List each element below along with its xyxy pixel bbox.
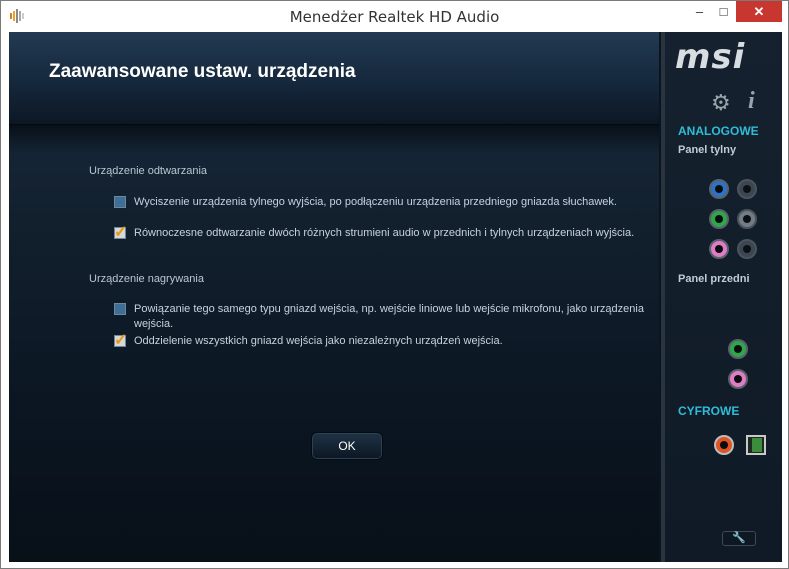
app-content: Zaawansowane ustaw. urządzenia Urządzeni… bbox=[9, 32, 782, 562]
title-bar: Menedżer Realtek HD Audio – □ ✕ bbox=[1, 1, 788, 31]
rear-mic-jack[interactable] bbox=[709, 239, 729, 259]
rear-panel-label: Panel tylny bbox=[678, 144, 737, 156]
digital-heading: CYFROWE bbox=[678, 404, 740, 418]
front-mic-jack[interactable] bbox=[728, 369, 748, 389]
front-headphone-jack[interactable] bbox=[728, 339, 748, 359]
rear-side-jack[interactable] bbox=[737, 179, 757, 199]
close-button[interactable]: ✕ bbox=[736, 1, 782, 22]
gear-icon[interactable]: ⚙ bbox=[711, 90, 731, 116]
minimize-button[interactable]: – bbox=[689, 1, 710, 22]
panel-shade bbox=[9, 125, 659, 155]
info-icon[interactable]: i bbox=[748, 88, 755, 115]
side-panel: msi ⚙ i ANALOGOWE Panel tylny Panel prze… bbox=[661, 32, 782, 562]
analog-heading: ANALOGOWE bbox=[678, 124, 759, 138]
mute-rear-checkbox[interactable] bbox=[114, 196, 126, 208]
dual-stream-checkbox[interactable] bbox=[114, 222, 127, 242]
separate-inputs-checkbox[interactable] bbox=[114, 330, 127, 350]
option-label: Oddzielenie wszystkich gniazd wejścia ja… bbox=[134, 335, 503, 347]
wrench-icon[interactable]: 🔧 bbox=[722, 531, 756, 546]
rear-center-jack[interactable] bbox=[737, 239, 757, 259]
option-label: Powiązanie tego samego typu gniazd wejśc… bbox=[134, 303, 644, 330]
window-title: Menedżer Realtek HD Audio bbox=[289, 8, 500, 26]
optical-digital-port[interactable] bbox=[746, 435, 766, 455]
tie-inputs-checkbox[interactable] bbox=[114, 303, 126, 315]
main-panel: Zaawansowane ustaw. urządzenia Urządzeni… bbox=[9, 32, 659, 562]
page-title: Zaawansowane ustaw. urządzenia bbox=[49, 61, 356, 82]
ok-button[interactable]: OK bbox=[311, 432, 383, 460]
rear-line-out-jack[interactable] bbox=[709, 209, 729, 229]
rear-line-in-jack[interactable] bbox=[709, 179, 729, 199]
option-label: Wyciszenie urządzenia tylnego wyjścia, p… bbox=[134, 196, 617, 208]
maximize-button[interactable]: □ bbox=[713, 1, 734, 22]
option-label: Równoczesne odtwarzanie dwóch różnych st… bbox=[134, 227, 635, 239]
app-window: Menedżer Realtek HD Audio – □ ✕ Zaawanso… bbox=[0, 0, 789, 569]
msi-logo: msi bbox=[675, 37, 746, 77]
recording-section-label: Urządzenie nagrywania bbox=[89, 273, 204, 285]
playback-section-label: Urządzenie odtwarzania bbox=[89, 165, 208, 177]
rear-surround-jack[interactable] bbox=[737, 209, 757, 229]
header-band: Zaawansowane ustaw. urządzenia bbox=[9, 32, 659, 125]
front-panel-label: Panel przedni bbox=[678, 273, 750, 285]
coaxial-digital-jack[interactable] bbox=[714, 435, 734, 455]
